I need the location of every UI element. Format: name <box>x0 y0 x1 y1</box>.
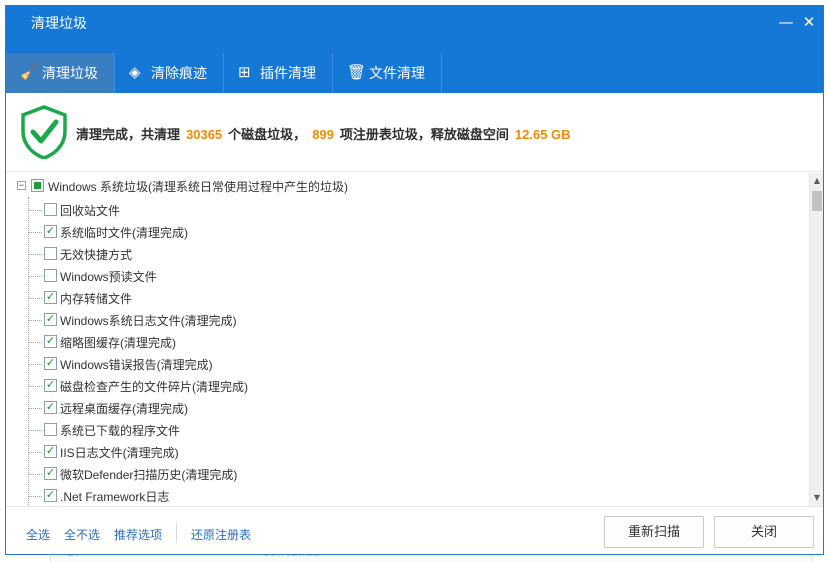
junk-tree: − Windows 系统垃圾(清理系统日常使用过程中产生的垃圾) 回收站文件 ✓ 系… <box>9 173 810 506</box>
checkbox-checked[interactable]: ✓ <box>44 313 57 326</box>
tree-branch-line <box>29 496 42 497</box>
trash-file-icon: 🗑 <box>347 64 367 81</box>
tree-branch-line <box>29 210 42 211</box>
tree-item-label: 系统已下载的程序文件 <box>60 424 181 438</box>
scroll-down-button[interactable]: ▼ <box>810 490 823 506</box>
footer-divider <box>176 523 177 543</box>
shield-check-icon <box>21 105 67 159</box>
tab-clear-traces[interactable]: ◈ 清除痕迹 <box>115 53 224 93</box>
minimize-button[interactable]: — <box>776 12 796 32</box>
broom-icon: 🧹 <box>20 64 39 81</box>
eraser-icon: ◈ <box>129 64 141 81</box>
status-mid1: 个磁盘垃圾， <box>228 127 307 142</box>
tree-item-label: 远程桌面缓存(清理完成) <box>60 402 188 416</box>
tree-guide-line <box>28 197 29 506</box>
tree-branch-line <box>29 474 42 475</box>
checkbox-checked[interactable]: ✓ <box>44 489 57 502</box>
tab-label: 清理垃圾 <box>42 65 98 81</box>
tree-item-label: IIS日志文件(清理完成) <box>60 446 179 460</box>
checkbox-unchecked[interactable] <box>44 203 57 216</box>
tab-clean-junk[interactable]: 🧹 清理垃圾 <box>6 53 115 93</box>
disk-junk-count: 30365 <box>186 127 223 142</box>
status-mid2: 项注册表垃圾，释放磁盘空间 <box>339 127 509 142</box>
freed-space: 12.65 GB <box>514 127 571 142</box>
cleanup-window: 清理垃圾 — ✕ 🧹 清理垃圾 ◈ 清除痕迹 ⊞ 插件清理 🗑 文件清理 清理完… <box>5 5 824 555</box>
restore-registry-link[interactable]: 还原注册表 <box>191 526 251 543</box>
tree-branch-line <box>29 364 42 365</box>
tab-label: 清除痕迹 <box>151 65 207 81</box>
checkbox-checked[interactable]: ✓ <box>44 401 57 414</box>
recommended-link[interactable]: 推荐选项 <box>114 526 162 543</box>
tab-label: 插件清理 <box>260 65 316 81</box>
tab-label: 文件清理 <box>369 65 425 81</box>
checkbox-checked[interactable]: ✓ <box>44 335 57 348</box>
tree-item-label: 内存转储文件 <box>60 292 133 306</box>
registry-junk-count: 899 <box>312 127 334 142</box>
scroll-up-button[interactable]: ▲ <box>810 173 823 189</box>
checkbox-checked[interactable]: ✓ <box>44 291 57 304</box>
checkbox-unchecked[interactable] <box>44 423 57 436</box>
tree-item-label: 回收站文件 <box>60 204 121 218</box>
tree-branch-line <box>29 430 42 431</box>
select-all-link[interactable]: 全选 <box>26 526 50 543</box>
tree-branch-line <box>29 320 42 321</box>
checkbox-checked[interactable]: ✓ <box>44 379 57 392</box>
tree-branch-line <box>29 452 42 453</box>
tree-branch-line <box>29 408 42 409</box>
root-checkbox[interactable] <box>31 179 44 192</box>
tab-file-cleanup[interactable]: 🗑 文件清理 <box>333 53 442 93</box>
tree-branch-line <box>29 254 42 255</box>
window-title: 清理垃圾 <box>31 15 87 31</box>
checkbox-checked[interactable]: ✓ <box>44 445 57 458</box>
title-bar[interactable]: 清理垃圾 — ✕ <box>6 6 823 53</box>
status-message: 清理完成，共清理 30365 个磁盘垃圾， 899 项注册表垃圾，释放磁盘空间 12.65… <box>76 124 577 143</box>
tree-branch-line <box>29 386 42 387</box>
close-button[interactable]: 关闭 <box>714 516 814 548</box>
footer-bar: 全选 全不选 推荐选项 还原注册表 重新扫描 关闭 <box>6 506 823 554</box>
tree-scrollbar[interactable]: ▲ ▼ <box>809 173 823 506</box>
checkbox-checked[interactable]: ✓ <box>44 467 57 480</box>
select-none-link[interactable]: 全不选 <box>64 526 100 543</box>
status-panel: 清理完成，共清理 30365 个磁盘垃圾， 899 项注册表垃圾，释放磁盘空间 12.65… <box>6 93 823 172</box>
tree-branch-line <box>29 342 42 343</box>
tree-branch-line <box>29 276 42 277</box>
tab-plugin-cleanup[interactable]: ⊞ 插件清理 <box>224 53 333 93</box>
plugin-icon: ⊞ <box>238 64 251 81</box>
collapse-toggle[interactable]: − <box>17 181 26 190</box>
checkbox-unchecked[interactable] <box>44 269 57 282</box>
checkbox-checked[interactable]: ✓ <box>44 225 57 238</box>
tree-branch-line <box>29 298 42 299</box>
checkbox-checked[interactable]: ✓ <box>44 357 57 370</box>
tree-item-label: 微软Defender扫描历史(清理完成) <box>60 468 238 482</box>
tree-branch-line <box>29 232 42 233</box>
tab-bar: 🧹 清理垃圾 ◈ 清除痕迹 ⊞ 插件清理 🗑 文件清理 <box>6 53 823 93</box>
tree-item-label: .Net Framework日志 <box>60 490 170 504</box>
tree-item-label: Windows预读文件 <box>60 270 157 284</box>
tree-item-label: Windows错误报告(清理完成) <box>60 358 213 372</box>
tree-item-label: 无效快捷方式 <box>60 248 133 262</box>
tree-item-label: 系统临时文件(清理完成) <box>60 226 188 240</box>
checkbox-unchecked[interactable] <box>44 247 57 260</box>
close-window-button[interactable]: ✕ <box>799 12 819 32</box>
status-prefix: 清理完成，共清理 <box>76 127 181 142</box>
tree-item-label: 缩略图缓存(清理完成) <box>60 336 176 350</box>
tree-item-label: Windows系统日志文件(清理完成) <box>60 314 237 328</box>
rescan-button[interactable]: 重新扫描 <box>604 516 704 548</box>
tree-root-label: Windows 系统垃圾(清理系统日常使用过程中产生的垃圾) <box>48 180 349 194</box>
scroll-thumb[interactable] <box>812 191 822 211</box>
tree-item-label: 磁盘检查产生的文件碎片(清理完成) <box>60 380 248 394</box>
